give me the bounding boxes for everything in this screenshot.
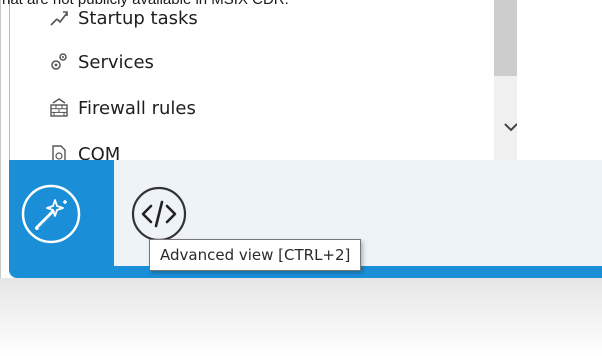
window-shadow-area (0, 278, 602, 356)
app-window: Startup tasks Services Firewall rules CO… (0, 0, 602, 278)
code-brackets-icon (131, 186, 187, 242)
com-icon (48, 143, 70, 160)
list-item-label: COM (78, 143, 121, 161)
services-icon (48, 51, 70, 73)
list-item-services[interactable]: Services (48, 48, 154, 76)
document-caption: hat are not publicly available in MSIX C… (2, 0, 289, 9)
vertical-scrollbar[interactable] (494, 0, 517, 160)
firewall-icon (48, 97, 70, 119)
list-item-firewall-rules[interactable]: Firewall rules (48, 94, 196, 122)
list-item-label: Firewall rules (78, 97, 196, 119)
scrollbar-thumb[interactable] (494, 0, 517, 76)
magic-wand-icon (21, 184, 81, 244)
chevron-down-icon[interactable] (502, 120, 517, 134)
list-item-label: Startup tasks (78, 7, 198, 29)
advanced-view-button[interactable] (129, 184, 189, 244)
list-item-label: Services (78, 51, 154, 73)
content-panel (517, 0, 602, 160)
advanced-view-tooltip: Advanced view [CTRL+2] (149, 239, 362, 271)
startup-tasks-icon (48, 7, 70, 29)
screenshot-stage: Startup tasks Services Firewall rules CO… (0, 0, 602, 356)
list-item-com[interactable]: COM (48, 140, 120, 160)
navigation-list: Startup tasks Services Firewall rules CO… (9, 0, 517, 160)
wizard-view-button[interactable] (19, 182, 83, 246)
